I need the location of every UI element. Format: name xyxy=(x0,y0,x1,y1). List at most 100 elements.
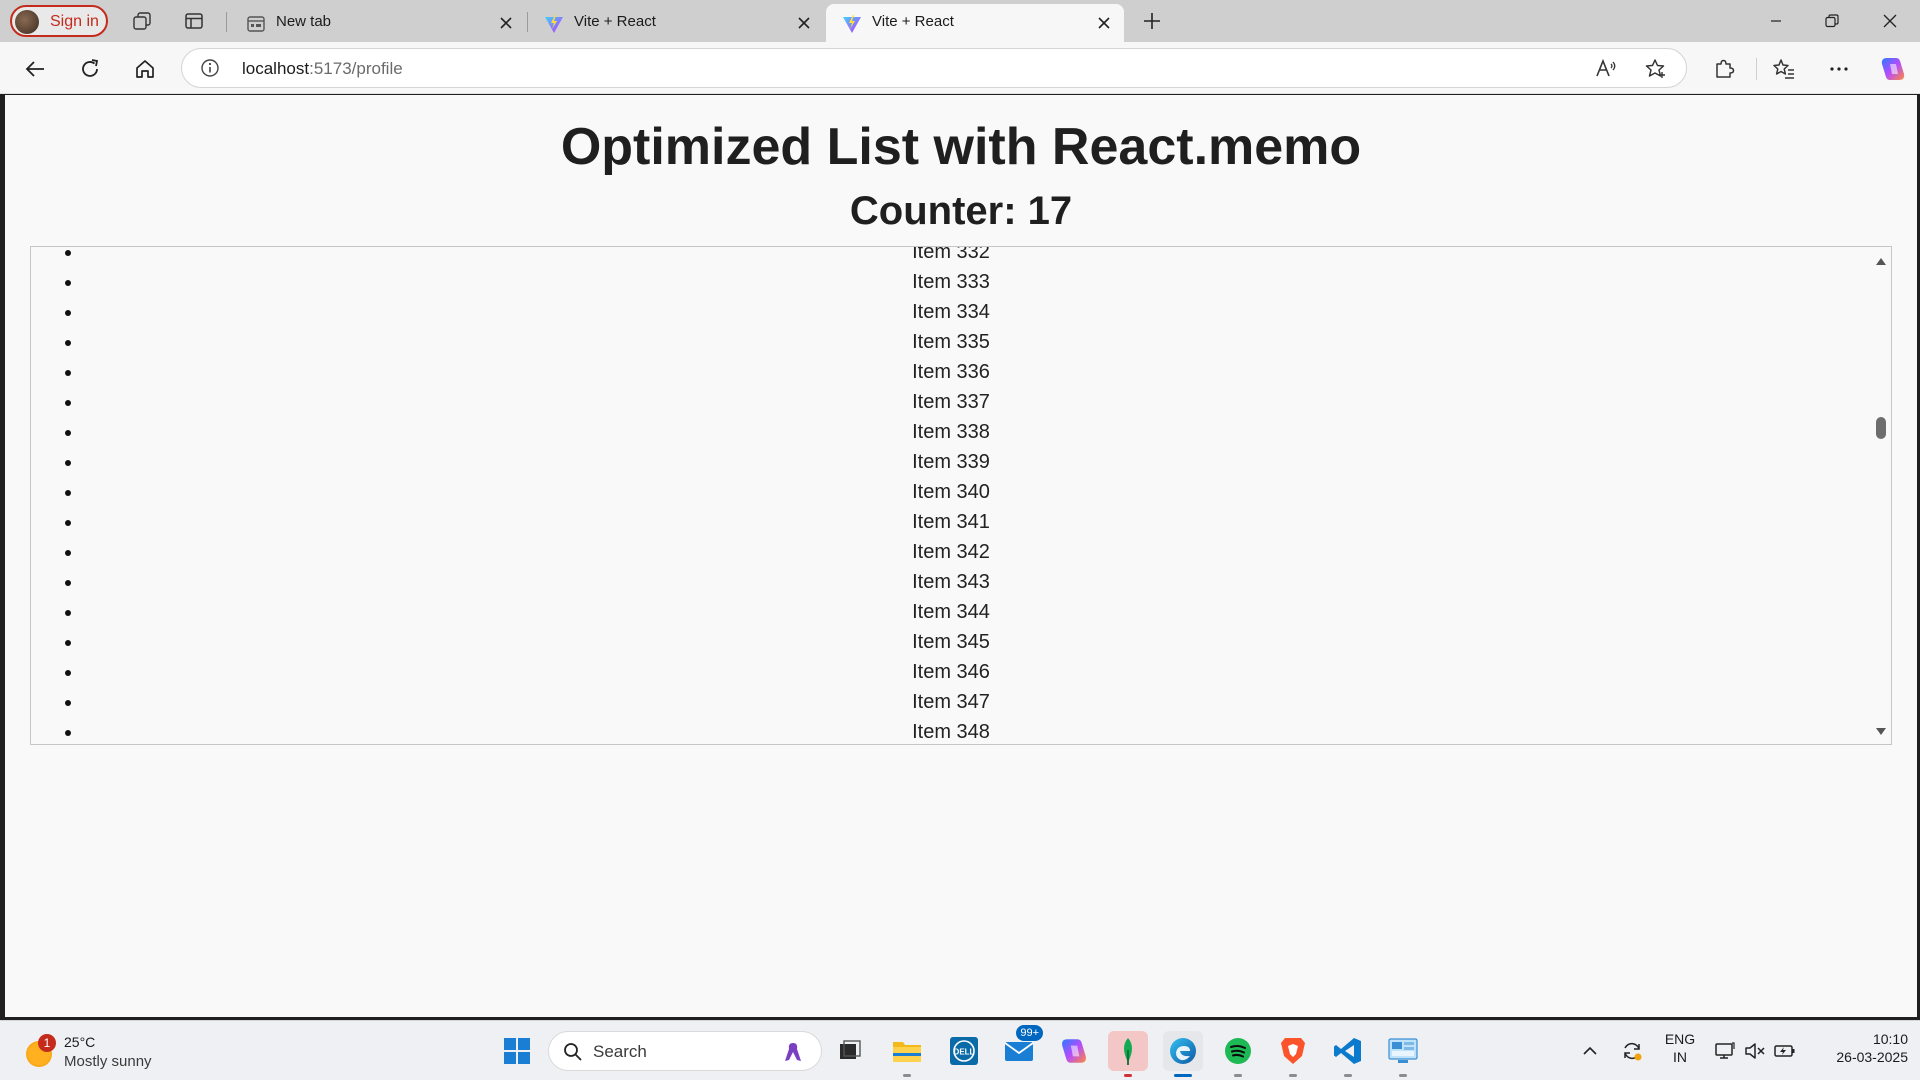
list-bullet xyxy=(65,700,71,706)
taskbar-control-panel[interactable] xyxy=(1383,1031,1423,1077)
scrollbar-thumb[interactable] xyxy=(1876,417,1886,439)
close-icon xyxy=(1883,14,1897,28)
settings-menu-button[interactable] xyxy=(1822,52,1856,86)
item-list-scroll-container[interactable]: Item 332 Item 333 Item 334 Item 335 Item… xyxy=(30,246,1892,745)
close-window-button[interactable] xyxy=(1862,0,1918,42)
refresh-icon xyxy=(82,59,99,77)
close-tab-button[interactable] xyxy=(794,13,814,33)
favorites-button[interactable] xyxy=(1767,52,1801,86)
taskbar-task-view[interactable] xyxy=(830,1031,870,1071)
control-panel-icon xyxy=(1388,1038,1418,1063)
tab-new-tab[interactable]: New tab xyxy=(230,4,526,42)
taskbar-mail[interactable]: 99+ xyxy=(999,1025,1043,1071)
tab-vite-react-1[interactable]: Vite + React xyxy=(528,4,824,42)
sync-status-button[interactable] xyxy=(1614,1031,1650,1071)
new-tab-page-icon xyxy=(247,16,265,32)
back-button[interactable] xyxy=(18,52,52,86)
extensions-button[interactable] xyxy=(1707,52,1741,86)
tab-title: Vite + React xyxy=(574,13,656,30)
close-tab-button[interactable] xyxy=(496,13,516,33)
refresh-button[interactable] xyxy=(73,52,107,86)
language-indicator[interactable]: ENG xyxy=(1662,1031,1698,1047)
weather-widget[interactable]: 1 25°C Mostly sunny xyxy=(24,1029,204,1073)
list-item-label: Item 344 xyxy=(912,601,990,623)
list-item: Item 346 xyxy=(31,657,1871,687)
taskbar-file-explorer[interactable] xyxy=(887,1031,927,1077)
restore-button[interactable] xyxy=(1804,0,1860,42)
taskbar-search[interactable]: Search xyxy=(548,1031,822,1071)
list-item-label: Item 338 xyxy=(912,421,990,443)
list-item: Item 342 xyxy=(31,537,1871,567)
battery-button[interactable] xyxy=(1768,1031,1802,1071)
taskbar-dell-app[interactable]: DELL xyxy=(944,1031,984,1071)
profile-avatar xyxy=(15,10,39,34)
list-item: Item 336 xyxy=(31,357,1871,387)
tab-vite-react-active[interactable]: Vite + React xyxy=(826,4,1124,42)
list-bullet xyxy=(65,490,71,496)
read-aloud-icon xyxy=(1596,58,1616,77)
show-hidden-icons-button[interactable] xyxy=(1572,1031,1608,1071)
list-bullet xyxy=(65,610,71,616)
running-indicator xyxy=(1234,1074,1242,1077)
taskbar-vscode[interactable] xyxy=(1328,1031,1368,1077)
scroll-down-button[interactable] xyxy=(1873,724,1889,740)
page-title: Optimized List with React.memo xyxy=(560,118,1362,176)
more-dots-icon xyxy=(1830,67,1848,71)
mail-envelope-icon xyxy=(1004,1042,1034,1061)
folder-icon xyxy=(893,1042,921,1062)
temperature-text: 25°C xyxy=(64,1034,96,1050)
star-add-icon xyxy=(1645,59,1665,78)
list-item-label: Item 342 xyxy=(912,541,990,563)
list-bullet xyxy=(65,670,71,676)
list-item-label: Item 347 xyxy=(912,691,990,713)
list-item: Item 345 xyxy=(31,627,1871,657)
tab-separator xyxy=(226,12,227,32)
new-tab-button[interactable] xyxy=(1138,7,1166,35)
list-bullet xyxy=(65,310,71,316)
tab-actions-button[interactable] xyxy=(180,7,208,35)
scroll-up-button[interactable] xyxy=(1873,253,1889,269)
list-bullet xyxy=(65,640,71,646)
close-tab-button[interactable] xyxy=(1094,13,1114,33)
network-button[interactable] xyxy=(1708,1031,1742,1071)
minimize-button[interactable] xyxy=(1748,0,1804,42)
region-indicator: IN xyxy=(1673,1049,1687,1065)
vscode-icon xyxy=(1334,1038,1361,1064)
workspaces-button[interactable] xyxy=(128,7,156,35)
list-bullet xyxy=(65,730,71,736)
minimize-icon xyxy=(1771,20,1781,22)
close-icon xyxy=(1098,17,1110,29)
list-item: Item 337 xyxy=(31,387,1871,417)
list-bullet xyxy=(65,280,71,286)
running-indicator xyxy=(1174,1074,1192,1077)
windows-logo-icon xyxy=(504,1038,530,1064)
sign-in-button[interactable]: Sign in xyxy=(10,5,108,37)
list-item-label: Item 337 xyxy=(912,391,990,413)
read-aloud-button[interactable] xyxy=(1594,57,1618,81)
url-text[interactable]: localhost:5173/profile xyxy=(242,59,403,79)
list-item-label: Item 335 xyxy=(912,331,990,353)
taskbar-brave[interactable] xyxy=(1273,1031,1313,1077)
running-indicator xyxy=(1399,1074,1407,1077)
list-item: Item 333 xyxy=(31,267,1871,297)
site-info-icon[interactable] xyxy=(200,58,220,78)
taskbar-copilot[interactable] xyxy=(1054,1031,1094,1071)
favorite-star-button[interactable] xyxy=(1644,57,1668,81)
list-item: Item 335 xyxy=(31,327,1871,357)
address-bar[interactable]: localhost:5173/profile xyxy=(181,48,1687,88)
url-path: :5173/profile xyxy=(309,59,403,78)
taskbar-mongodb-compass[interactable] xyxy=(1108,1031,1148,1077)
taskbar-spotify[interactable] xyxy=(1218,1031,1258,1077)
list-item: Item 341 xyxy=(31,507,1871,537)
clock-time[interactable]: 10:10 xyxy=(1812,1031,1908,1047)
volume-button[interactable] xyxy=(1738,1031,1772,1071)
list-item-label: Item 333 xyxy=(912,271,990,293)
start-button[interactable] xyxy=(497,1031,537,1071)
list-item: Item 338 xyxy=(31,417,1871,447)
list-item: Item 343 xyxy=(31,567,1871,597)
home-button[interactable] xyxy=(128,52,162,86)
mail-unread-badge: 99+ xyxy=(1016,1025,1043,1041)
copilot-button[interactable] xyxy=(1876,52,1910,86)
taskbar-edge[interactable] xyxy=(1163,1031,1203,1077)
search-icon xyxy=(564,1043,582,1061)
